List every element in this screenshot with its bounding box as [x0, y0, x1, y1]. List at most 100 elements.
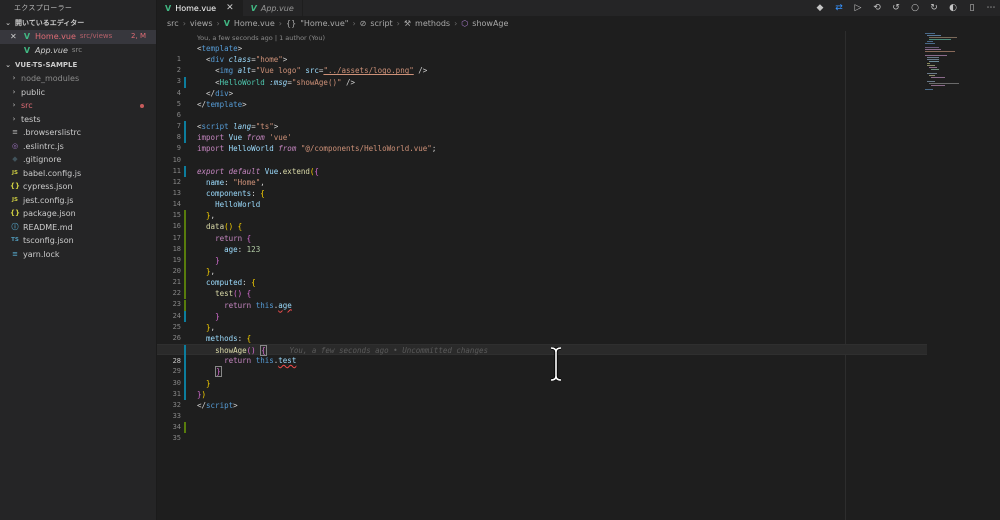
tab-app-vue[interactable]: V App.vue [243, 0, 303, 16]
tab-home-vue[interactable]: V Home.vue ✕ [157, 0, 243, 16]
code-text: import HelloWorld from "@/components/Hel… [197, 144, 437, 154]
live-share-icon[interactable]: ⇄ [834, 3, 844, 13]
close-icon[interactable]: ✕ [226, 3, 234, 13]
added-gutter-marker[interactable] [184, 266, 186, 278]
file-tsconfig[interactable]: TS tsconfig.json [0, 234, 156, 248]
added-gutter-marker[interactable] [184, 221, 186, 233]
code-line: 31 } [157, 377, 927, 398]
code-line: 5 </div> [157, 88, 927, 108]
code-line: 21 }, [157, 266, 927, 286]
modified-gutter-marker[interactable] [184, 310, 186, 322]
added-gutter-marker[interactable] [184, 299, 186, 311]
inline-blame: You, a few seconds ago • Uncommitted cha… [289, 346, 488, 356]
tree-item-label: yarn.lock [23, 249, 60, 259]
code-line: 13 name: "Home", [157, 177, 927, 197]
compare-icon[interactable]: ⟲ [872, 3, 882, 13]
tree-item-label: .gitignore [23, 155, 62, 164]
folder-tests[interactable]: › tests [0, 113, 156, 127]
file-browserslistrc[interactable]: ≡ .browserslistrc [0, 126, 156, 140]
breadcrumb-item[interactable]: script [370, 17, 392, 31]
modified-gutter-marker[interactable] [184, 132, 186, 144]
dot-icon[interactable]: ○ [910, 3, 920, 13]
added-gutter-marker[interactable] [184, 288, 186, 300]
ts-icon: TS [11, 237, 19, 243]
modified-gutter-marker[interactable] [184, 388, 186, 400]
modified-gutter-marker[interactable] [184, 355, 186, 367]
modified-gutter-marker[interactable] [184, 377, 186, 389]
file-package-json[interactable]: {} package.json [0, 207, 156, 221]
open-editors-header[interactable]: ⌄ 開いているエディター [0, 16, 156, 30]
code-line: 19 age: 123 [157, 243, 927, 264]
git-diff-icon[interactable]: ◆ [815, 3, 825, 13]
modified-gutter-marker[interactable] [184, 165, 186, 177]
code-text: <div class="home"> [206, 55, 288, 65]
breadcrumb-item[interactable]: views [190, 17, 213, 31]
code-text: return this.age [224, 300, 292, 310]
added-gutter-marker[interactable] [184, 232, 186, 244]
info-icon: ⓘ [11, 222, 19, 231]
problems-badge: 2, M [131, 32, 146, 40]
vue-file-icon: V [23, 45, 31, 55]
open-editor-name: Home.vue [35, 32, 76, 41]
file-cypress-json[interactable]: {} cypress.json [0, 180, 156, 194]
code-editor[interactable]: You, a few seconds ago | 1 author (You) … [157, 31, 1000, 520]
vue-file-icon: V [223, 19, 230, 28]
open-editor-item-app[interactable]: V App.vue src [0, 44, 156, 58]
breadcrumb-item[interactable]: Home.vue [234, 17, 275, 31]
modified-gutter-marker[interactable] [184, 121, 186, 133]
vue-file-icon: V [23, 32, 31, 41]
code-line: 34 [157, 411, 927, 431]
added-gutter-marker[interactable] [184, 422, 186, 434]
wrench-icon: ⚒ [403, 19, 412, 28]
file-jest-config[interactable]: JS jest.config.js [0, 194, 156, 208]
breadcrumb-item[interactable]: src [167, 17, 179, 31]
code-line: 6 </template> [157, 99, 927, 119]
code-line: 8 <script lang="ts"> [157, 121, 927, 141]
more-actions-icon[interactable]: ⋯ [986, 3, 996, 13]
folder-node-modules[interactable]: › node_modules [0, 72, 156, 86]
file-eslintrc[interactable]: ◎ .eslintrc.js [0, 140, 156, 154]
code-text: data() { [206, 222, 243, 232]
open-editor-item-home[interactable]: ✕ V Home.vue src/views 2, M [0, 30, 156, 44]
file-readme[interactable]: ⓘ README.md [0, 221, 156, 235]
close-icon[interactable]: ✕ [10, 30, 22, 44]
code-line: 17 data() { [157, 221, 927, 242]
added-gutter-marker[interactable] [184, 243, 186, 255]
open-editor-path: src [71, 45, 83, 54]
code-line: 33 </script> [157, 400, 927, 420]
file-gitignore[interactable]: ◆ .gitignore [0, 153, 156, 167]
folder-public[interactable]: › public [0, 86, 156, 100]
text-cursor-icon [550, 347, 562, 381]
breadcrumb-item[interactable]: methods [415, 17, 450, 31]
previous-change-icon[interactable]: ↺ [891, 3, 901, 13]
code-line: 12 export default Vue.extend({ [157, 165, 927, 186]
file-yarn-lock[interactable]: ≡ yarn.lock [0, 248, 156, 262]
code-line: 11 [157, 155, 927, 175]
next-change-icon[interactable]: ↻ [929, 3, 939, 13]
vue-file-icon: V [250, 3, 257, 13]
git-codelens[interactable]: You, a few seconds ago | 1 author (You) [197, 34, 325, 42]
code-line: 7 [157, 110, 927, 130]
added-gutter-marker[interactable] [184, 277, 186, 289]
tree-item-label: babel.config.js [23, 168, 82, 178]
tab-label: App.vue [260, 3, 294, 13]
added-gutter-marker[interactable] [184, 210, 186, 222]
tree-item-label: public [21, 87, 46, 97]
code-line: 1 <template> [157, 43, 927, 63]
project-header[interactable]: ⌄ VUE-TS-SAMPLE [0, 58, 156, 72]
run-icon[interactable]: ▷ [853, 3, 863, 13]
tree-item-label: cypress.json [23, 182, 73, 191]
git-icon: ◆ [12, 155, 18, 163]
split-editor-icon[interactable]: ▯ [967, 3, 977, 13]
breadcrumb-item[interactable]: showAge [472, 17, 508, 31]
breadcrumb-item[interactable]: "Home.vue" [300, 17, 348, 31]
timeline-icon[interactable]: ◐ [948, 3, 958, 13]
modified-gutter-marker[interactable] [184, 76, 186, 88]
added-gutter-marker[interactable] [184, 254, 186, 267]
folder-src[interactable]: › src [0, 99, 156, 113]
code-line: 16 }, [157, 210, 927, 230]
modified-gutter-marker[interactable] [184, 366, 186, 378]
minimap[interactable] [925, 31, 985, 91]
open-editor-path: src/views [79, 32, 113, 40]
file-babel-config[interactable]: JS babel.config.js [0, 167, 156, 181]
